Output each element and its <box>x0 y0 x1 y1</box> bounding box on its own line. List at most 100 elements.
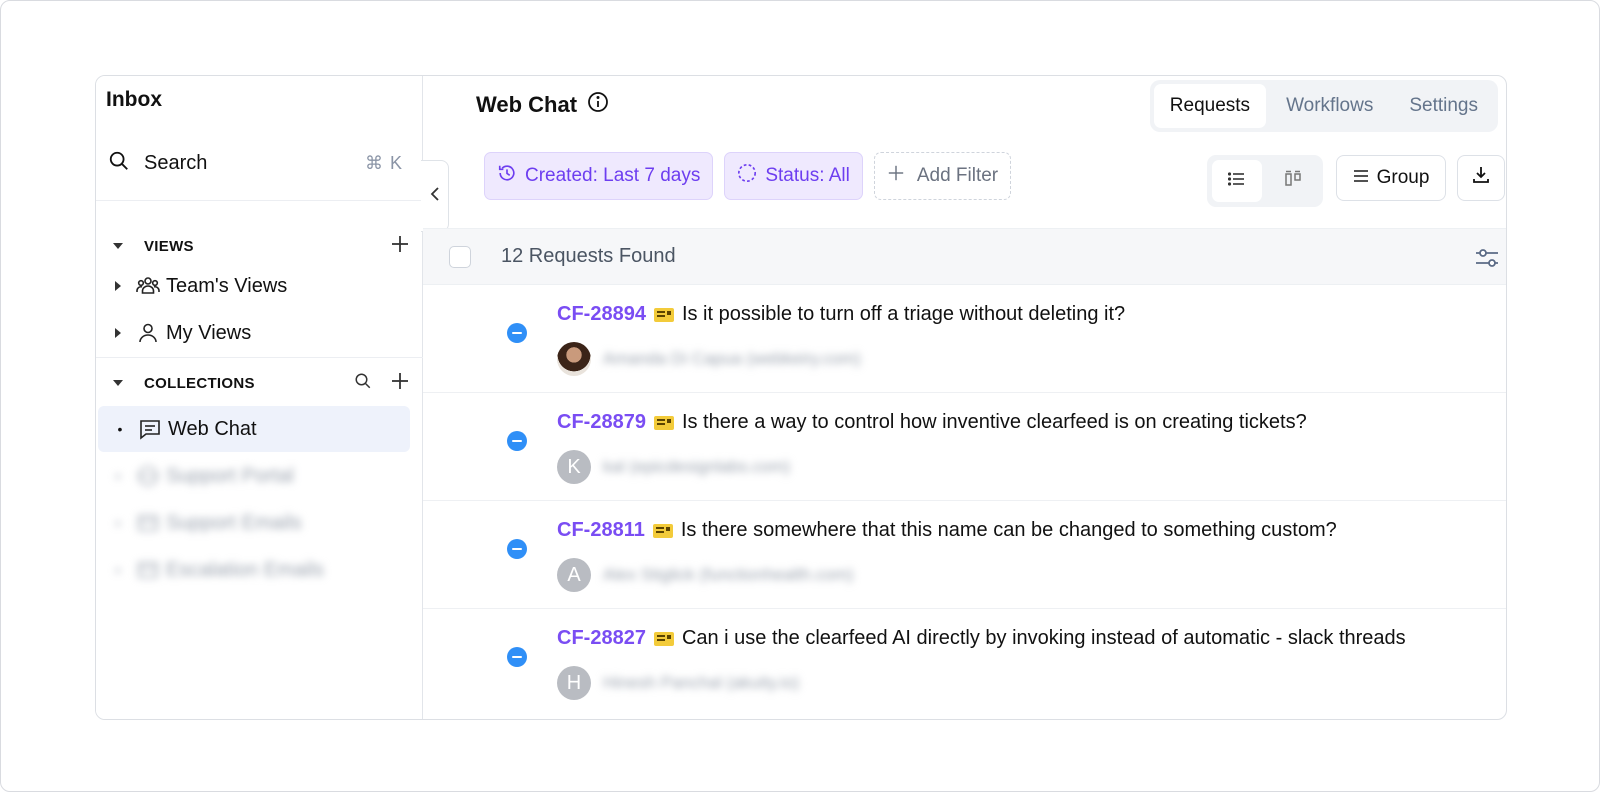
status-minus-icon <box>507 431 527 451</box>
tab-bar: Requests Workflows Settings <box>1149 80 1498 132</box>
select-all-checkbox[interactable] <box>449 245 471 268</box>
status-minus-icon <box>507 539 527 559</box>
ticket-card-icon <box>653 631 674 646</box>
sidebar-item-support-emails[interactable]: • Support Emails <box>110 505 410 541</box>
add-filter-label: Add Filter <box>916 165 999 186</box>
avatar: A <box>557 558 591 592</box>
request-question: Can i use the clearfeed AI directly by i… <box>681 627 1406 649</box>
collections-header: COLLECTIONS <box>144 374 255 392</box>
app-window: Inbox Search ⌘ K VIEWS Team's Views My V… <box>95 75 1507 720</box>
dashed-circle-icon <box>737 163 757 189</box>
bullet-icon: • <box>115 468 121 484</box>
list-item[interactable]: CF-28827 Can i use the clearfeed AI dire… <box>423 609 1506 717</box>
collapse-sidebar-button[interactable] <box>421 160 449 232</box>
search-label: Search <box>144 151 208 174</box>
sidebar-item-label: Escalation Emails <box>166 558 324 581</box>
search-collections-icon[interactable] <box>354 372 372 395</box>
add-collection-icon[interactable] <box>390 371 410 396</box>
search-icon <box>108 150 130 177</box>
list-icon <box>1227 171 1246 192</box>
caret-down-icon[interactable] <box>110 238 126 254</box>
bullet-icon: • <box>115 515 121 531</box>
caret-down-icon[interactable] <box>110 375 126 391</box>
request-id[interactable]: CF-28827 <box>557 627 646 650</box>
chevron-left-icon <box>430 186 440 206</box>
bullet-icon: • <box>117 421 123 437</box>
outer-frame: Inbox Search ⌘ K VIEWS Team's Views My V… <box>0 0 1600 792</box>
request-id[interactable]: CF-28811 <box>557 519 645 542</box>
download-icon <box>1471 165 1491 191</box>
user-icon <box>136 322 160 344</box>
sidebar-item-label: Support Portal <box>166 464 294 487</box>
sidebar-item-support-portal[interactable]: • Support Portal <box>110 458 410 494</box>
history-icon <box>497 163 517 189</box>
caret-right-icon <box>110 327 126 339</box>
team-icon <box>136 275 160 297</box>
created-filter-label: Created: Last 7 days <box>525 165 701 186</box>
avatar: K <box>557 450 591 484</box>
list-header: 12 Requests Found <box>423 228 1506 285</box>
search-shortcut: ⌘ K <box>364 152 403 173</box>
sidebar-item-teams-views[interactable]: Team's Views <box>110 268 410 304</box>
avatar <box>557 342 591 376</box>
tab-workflows[interactable]: Workflows <box>1270 84 1389 128</box>
add-view-icon[interactable] <box>390 234 410 259</box>
board-view-button[interactable] <box>1268 160 1318 202</box>
sidebar-item-label: Team's Views <box>166 274 288 297</box>
list-item[interactable]: CF-28811 Is there somewhere that this na… <box>423 501 1506 609</box>
group-label: Group <box>1376 167 1430 188</box>
info-icon[interactable] <box>587 91 609 118</box>
sidebar-item-label: Support Emails <box>166 511 302 534</box>
menu-icon <box>1353 167 1369 189</box>
avatar: H <box>557 666 591 700</box>
status-minus-icon <box>507 647 527 667</box>
download-button[interactable] <box>1457 155 1505 201</box>
list-view-button[interactable] <box>1212 160 1262 202</box>
sliders-icon[interactable] <box>1474 245 1500 276</box>
ticket-card-icon <box>653 307 674 322</box>
created-filter-chip[interactable]: Created: Last 7 days <box>484 152 714 200</box>
sidebar-item-label: Web Chat <box>168 417 257 440</box>
request-question: Is there a way to control how inventive … <box>681 411 1307 433</box>
request-id[interactable]: CF-28879 <box>557 411 646 434</box>
requester-name: Amanda Di Capua (webkeiry.com) <box>603 349 861 368</box>
view-toggle <box>1207 155 1323 207</box>
divider <box>96 357 423 358</box>
requester-name: kal (epicdesignlabs.com) <box>603 457 791 476</box>
plus-icon <box>887 164 905 188</box>
sidebar-item-escalation-emails[interactable]: • Escalation Emails <box>110 552 410 588</box>
sidebar-item-web-chat[interactable]: • Web Chat <box>98 406 410 452</box>
sidebar: Inbox Search ⌘ K VIEWS Team's Views My V… <box>96 76 423 719</box>
list-item[interactable]: CF-28894 Is it possible to turn off a tr… <box>423 285 1506 393</box>
sidebar-item-my-views[interactable]: My Views <box>110 315 410 351</box>
requester-name: Alex Stiglick (functionhealth.com) <box>603 565 854 584</box>
request-id[interactable]: CF-28894 <box>557 303 646 326</box>
tab-requests[interactable]: Requests <box>1153 84 1267 128</box>
ticket-card-icon <box>652 523 673 538</box>
request-question: Is there somewhere that this name can be… <box>680 519 1337 541</box>
globe-icon <box>136 465 160 487</box>
status-filter-chip[interactable]: Status: All <box>724 152 863 200</box>
caret-right-icon <box>110 280 126 292</box>
mail-icon <box>136 512 160 534</box>
request-question: Is it possible to turn off a triage with… <box>681 303 1126 325</box>
tab-settings[interactable]: Settings <box>1393 84 1494 128</box>
page-title: Web Chat <box>476 91 578 117</box>
request-count: 12 Requests Found <box>501 245 676 267</box>
mail-icon <box>136 559 160 581</box>
views-section-header: VIEWS <box>110 231 410 261</box>
filter-bar: Created: Last 7 days Status: All Add Fil… <box>484 152 1012 200</box>
bullet-icon: • <box>115 562 121 578</box>
page-title-bar: Web Chat <box>476 91 609 118</box>
ticket-card-icon <box>653 415 674 430</box>
sidebar-item-label: My Views <box>166 321 252 344</box>
group-button[interactable]: Group <box>1336 155 1446 201</box>
search-button[interactable]: Search ⌘ K <box>108 146 403 180</box>
list-item[interactable]: CF-28879 Is there a way to control how i… <box>423 393 1506 501</box>
kanban-icon <box>1284 170 1302 193</box>
main-panel: Web Chat Requests Workflows Settings Cre… <box>421 76 1506 719</box>
status-minus-icon <box>507 323 527 343</box>
requester-name: Hinesh Panchal (akuity.io) <box>603 673 800 692</box>
collections-section-header: COLLECTIONS <box>110 368 410 398</box>
add-filter-button[interactable]: Add Filter <box>873 152 1012 200</box>
